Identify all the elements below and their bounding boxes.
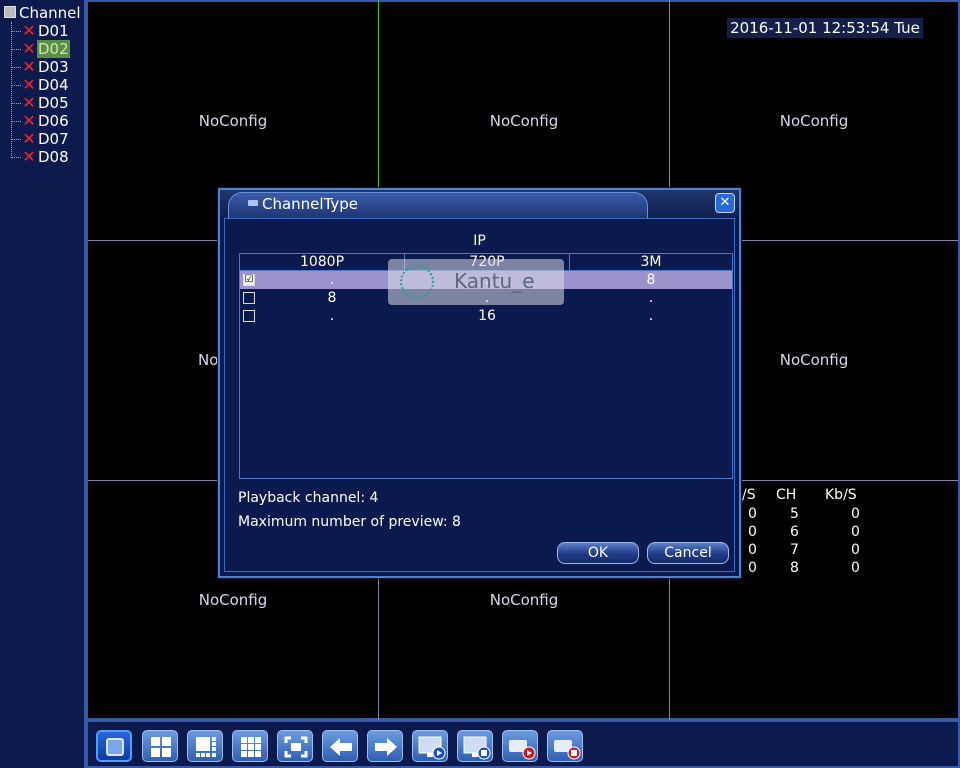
disconnected-x-icon: ✕ <box>22 111 36 130</box>
fullscreen-icon <box>284 736 308 758</box>
cancel-button[interactable]: Cancel <box>647 542 729 564</box>
ip-group-label: IP <box>473 233 486 249</box>
stats-cell: 0 <box>851 560 860 576</box>
tree-item-d08[interactable]: ✕ D08 <box>11 148 70 166</box>
previous-arrow-icon <box>330 738 352 756</box>
watermark: Kantu_e <box>388 259 564 305</box>
next-page-button[interactable] <box>367 730 403 762</box>
tree-item-label: D08 <box>38 148 69 166</box>
eight-view-button[interactable] <box>187 730 223 762</box>
disconnected-x-icon: ✕ <box>22 147 36 166</box>
stop-preview-icon <box>463 736 491 760</box>
eight-view-icon <box>196 737 216 757</box>
cell-status-label: NoConfig <box>779 112 849 130</box>
fullscreen-button[interactable] <box>277 730 313 762</box>
tree-collapse-icon[interactable] <box>4 6 16 18</box>
tree-item-label: D07 <box>38 130 69 148</box>
tree-item-d06[interactable]: ✕ D06 <box>11 112 70 130</box>
disconnected-x-icon: ✕ <box>22 21 36 40</box>
disconnected-x-icon: ✕ <box>22 39 36 58</box>
cell-3m: . <box>648 308 654 324</box>
stats-cell: 0 <box>748 560 757 576</box>
close-icon: ✕ <box>719 195 731 210</box>
watermark-text: Kantu_e <box>454 269 535 293</box>
cell-3m: . <box>648 290 654 306</box>
tree-item-d07[interactable]: ✕ D07 <box>11 130 70 148</box>
cell-720p: 16 <box>478 308 496 324</box>
tree-item-d05[interactable]: ✕ D05 <box>11 94 70 112</box>
channel-tree-panel: Channel ✕ D01 ✕ D02 ✕ D03 ✕ D04 ✕ D05 ✕ D06 ✕ D… <box>0 0 86 768</box>
watermark-logo-icon <box>400 265 434 299</box>
disconnected-x-icon: ✕ <box>22 57 36 76</box>
stats-header: /S <box>742 487 756 503</box>
tree-item-d01[interactable]: ✕ D01 <box>11 22 70 40</box>
single-view-icon <box>106 738 124 756</box>
stats-cell: 0 <box>748 524 757 540</box>
cell-1080p: . <box>329 308 335 324</box>
channel-type-icon <box>248 200 258 206</box>
datetime-overlay: 2016-11-01 12:53:54 Tue <box>727 18 923 38</box>
stats-header: CH <box>776 487 797 503</box>
previous-page-button[interactable] <box>322 730 358 762</box>
cell-status-label: NoConfig <box>489 591 559 609</box>
single-view-button[interactable] <box>96 730 132 762</box>
nine-view-button[interactable] <box>232 730 268 762</box>
tree-item-label: D05 <box>38 94 69 112</box>
stats-cell: 0 <box>748 542 757 558</box>
channel-tree-root[interactable]: Channel <box>4 4 81 22</box>
quad-view-icon <box>151 737 171 757</box>
stop-record-button[interactable] <box>547 730 583 762</box>
stats-cell: 0 <box>748 506 757 522</box>
channel-type-dialog: ChannelType ✕ IP 1080P 720P 3M ☑ . . 8 8… <box>218 188 741 578</box>
cell-status-label: NoConfig <box>489 112 559 130</box>
disconnected-x-icon: ✕ <box>22 93 36 112</box>
tree-item-d02[interactable]: ✕ D02 <box>11 40 70 58</box>
column-header-3m: 3M <box>640 254 662 270</box>
stats-cell: 6 <box>790 524 799 540</box>
table-row[interactable]: . 16 . <box>240 307 732 325</box>
playback-channel-text: Playback channel: 4 <box>238 490 379 506</box>
record-button[interactable] <box>502 730 538 762</box>
cell-status-label: No <box>198 351 219 369</box>
disconnected-x-icon: ✕ <box>22 129 36 148</box>
stats-cell: 8 <box>790 560 799 576</box>
stop-preview-button[interactable] <box>457 730 493 762</box>
stats-cell: 0 <box>851 542 860 558</box>
stop-record-icon <box>554 740 581 760</box>
tree-item-d04[interactable]: ✕ D04 <box>11 76 70 94</box>
tree-item-label: D03 <box>38 58 69 76</box>
next-arrow-icon <box>375 738 397 756</box>
stats-cell: 7 <box>790 542 799 558</box>
playback-button[interactable] <box>412 730 448 762</box>
dialog-titlebar[interactable]: ChannelType ✕ <box>220 190 739 218</box>
stats-cell: 0 <box>851 506 860 522</box>
disconnected-x-icon: ✕ <box>22 75 36 94</box>
quad-view-button[interactable] <box>142 730 178 762</box>
stats-cell: 0 <box>851 524 860 540</box>
tree-item-label: D04 <box>38 76 69 94</box>
dialog-title: ChannelType <box>262 195 359 213</box>
tree-item-label: D02 <box>37 40 70 58</box>
tree-item-label: D06 <box>38 112 69 130</box>
nine-view-icon <box>241 737 261 757</box>
cell-status-label: NoConfig <box>198 112 268 130</box>
close-button[interactable]: ✕ <box>715 193 735 213</box>
cell-3m: 8 <box>646 272 656 288</box>
ok-button[interactable]: OK <box>557 542 639 564</box>
cell-status-label: NoConfig <box>198 591 268 609</box>
column-header-1080p: 1080P <box>299 254 345 270</box>
tree-item-label: D01 <box>38 22 69 40</box>
channel-tree-root-label: Channel <box>19 4 81 22</box>
bottom-toolbar <box>86 720 960 768</box>
record-icon <box>509 740 536 760</box>
stats-header: Kb/S <box>825 487 857 503</box>
stats-cell: 5 <box>790 506 799 522</box>
max-preview-text: Maximum number of preview: 8 <box>238 514 461 530</box>
tree-item-d03[interactable]: ✕ D03 <box>11 58 70 76</box>
playback-icon <box>418 736 446 760</box>
